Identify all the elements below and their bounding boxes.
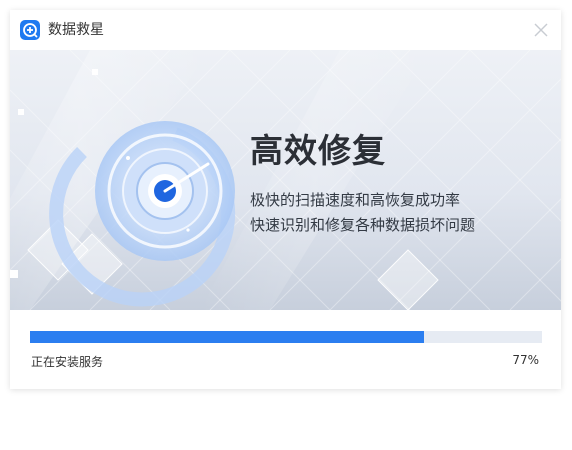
feature-banner: 高效修复 极快的扫描速度和高恢复成功率 快速识别和修复各种数据损坏问题 xyxy=(10,50,561,310)
install-progress-bar xyxy=(30,331,542,343)
close-icon xyxy=(534,23,548,37)
banner-background xyxy=(10,50,561,310)
app-logo-icon xyxy=(20,20,40,40)
install-status-text: 正在安装服务 xyxy=(31,355,104,369)
installer-window: 数据救星 高效修复 极快的扫描速度和高恢复成功率 快速识别和修复各种数据损坏问题… xyxy=(10,10,561,389)
close-button[interactable] xyxy=(533,22,549,38)
banner-description-line-2: 快速识别和修复各种数据损坏问题 xyxy=(250,216,476,234)
title-bar[interactable]: 数据救星 xyxy=(10,10,561,50)
banner-description-line-1: 极快的扫描速度和高恢复成功率 xyxy=(250,191,461,209)
banner-headline: 高效修复 xyxy=(250,131,386,170)
install-progress-fill xyxy=(30,331,425,343)
app-title: 数据救星 xyxy=(48,22,104,38)
install-percent-text: 77% xyxy=(512,353,539,367)
